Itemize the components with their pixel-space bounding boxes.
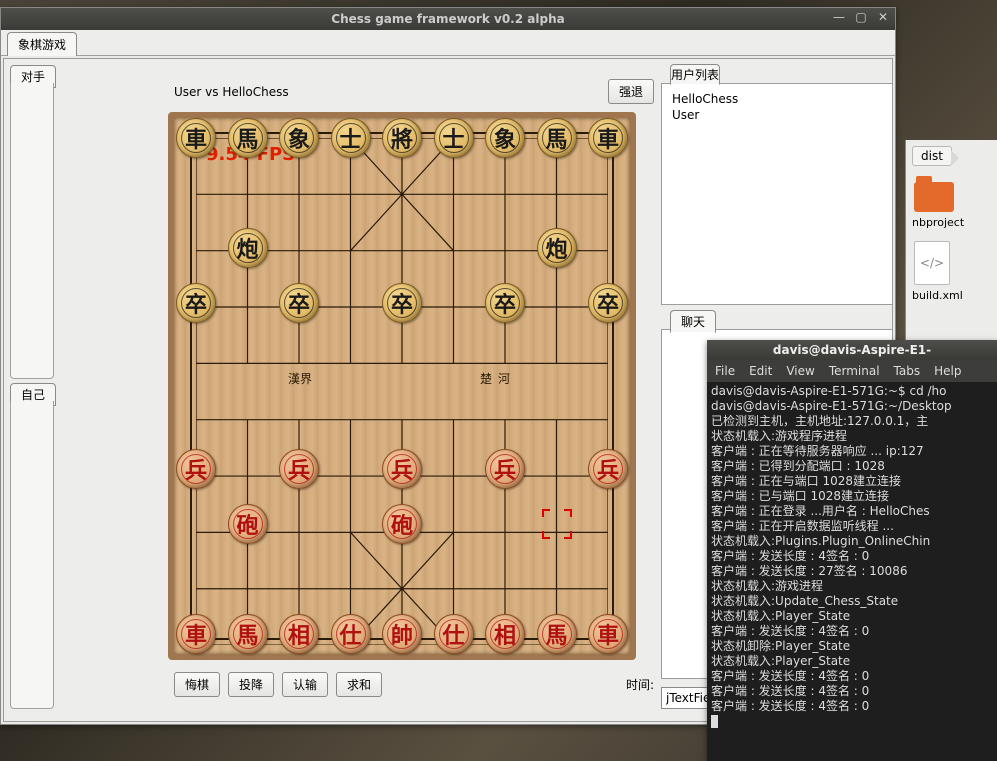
- user-list-item[interactable]: User: [672, 107, 882, 123]
- piece-black[interactable]: 車: [588, 118, 628, 158]
- piece-red[interactable]: 仕: [434, 614, 474, 654]
- piece-black[interactable]: 士: [434, 118, 474, 158]
- tab-user-list[interactable]: 用户列表: [670, 64, 720, 85]
- piece-red[interactable]: 馬: [228, 614, 268, 654]
- draw-button[interactable]: 求和: [336, 672, 382, 697]
- user-list-panel: 用户列表 HelloChessUser: [661, 83, 893, 305]
- board-buttons: 悔棋 投降 认输 求和 时间:: [174, 672, 654, 697]
- piece-black[interactable]: 象: [279, 118, 319, 158]
- terminal-output[interactable]: davis@davis-Aspire-E1-571G:~$ cd /ho dav…: [707, 382, 997, 731]
- piece-red[interactable]: 兵: [588, 449, 628, 489]
- tab-chat[interactable]: 聊天: [670, 310, 716, 333]
- breadcrumb-dist[interactable]: dist: [912, 146, 952, 166]
- piece-red[interactable]: 相: [279, 614, 319, 654]
- piece-black[interactable]: 馬: [537, 118, 577, 158]
- piece-black[interactable]: 將: [382, 118, 422, 158]
- piece-red[interactable]: 馬: [537, 614, 577, 654]
- piece-red[interactable]: 車: [176, 614, 216, 654]
- piece-black[interactable]: 象: [485, 118, 525, 158]
- window-title: Chess game framework v0.2 alpha: [331, 12, 564, 26]
- force-quit-button[interactable]: 强退: [608, 79, 654, 104]
- terminal-menu-item[interactable]: Edit: [749, 364, 772, 378]
- match-vs-label: User vs HelloChess: [174, 85, 289, 99]
- piece-red[interactable]: 帥: [382, 614, 422, 654]
- piece-red[interactable]: 相: [485, 614, 525, 654]
- terminal-menu-item[interactable]: Help: [934, 364, 961, 378]
- user-list-item[interactable]: HelloChess: [672, 91, 882, 107]
- terminal-menu-item[interactable]: Terminal: [829, 364, 880, 378]
- piece-black[interactable]: 車: [176, 118, 216, 158]
- piece-black[interactable]: 卒: [588, 283, 628, 323]
- file-icon[interactable]: </>: [914, 241, 989, 285]
- tab-chess-game[interactable]: 象棋游戏: [7, 32, 77, 56]
- piece-red[interactable]: 兵: [485, 449, 525, 489]
- admit-button[interactable]: 认输: [282, 672, 328, 697]
- minimize-icon[interactable]: —: [831, 10, 847, 26]
- piece-red[interactable]: 砲: [382, 504, 422, 544]
- terminal-menu-item[interactable]: Tabs: [894, 364, 921, 378]
- xiangqi-board[interactable]: 9.54 FPS 漢界 楚河 車馬象士將士象馬車炮炮卒卒卒卒卒兵兵兵兵兵砲砲車馬…: [168, 112, 636, 660]
- terminal-menu-item[interactable]: File: [715, 364, 735, 378]
- close-icon[interactable]: ✕: [875, 10, 891, 26]
- top-tabrow: 象棋游戏: [1, 30, 895, 56]
- piece-red[interactable]: 兵: [382, 449, 422, 489]
- selection-marker: [542, 509, 572, 539]
- maximize-icon[interactable]: ▢: [853, 10, 869, 26]
- undo-button[interactable]: 悔棋: [174, 672, 220, 697]
- center-column: User vs HelloChess 强退 9.54 FPS 漢界 楚河 車馬象…: [174, 79, 654, 697]
- file-manager-fragment: dist nbproject </> build.xml: [905, 140, 997, 340]
- piece-black[interactable]: 士: [331, 118, 371, 158]
- terminal-title[interactable]: davis@davis-Aspire-E1-: [707, 340, 997, 360]
- piece-red[interactable]: 兵: [176, 449, 216, 489]
- surrender-button[interactable]: 投降: [228, 672, 274, 697]
- piece-red[interactable]: 砲: [228, 504, 268, 544]
- terminal-menubar: File Edit View Terminal Tabs Help: [707, 360, 997, 382]
- piece-red[interactable]: 車: [588, 614, 628, 654]
- terminal-window: davis@davis-Aspire-E1- File Edit View Termi…: [707, 340, 997, 761]
- board-grid: [196, 138, 608, 634]
- piece-black[interactable]: 馬: [228, 118, 268, 158]
- piece-red[interactable]: 仕: [331, 614, 371, 654]
- self-panel: [10, 401, 54, 709]
- terminal-menu-item[interactable]: View: [786, 364, 814, 378]
- piece-red[interactable]: 兵: [279, 449, 319, 489]
- file-label: build.xml: [906, 287, 997, 304]
- opponent-panel: [10, 83, 54, 379]
- folder-icon[interactable]: [914, 182, 989, 212]
- folder-label: nbproject: [906, 214, 997, 231]
- titlebar[interactable]: Chess game framework v0.2 alpha — ▢ ✕: [1, 8, 895, 30]
- piece-black[interactable]: 炮: [537, 228, 577, 268]
- piece-black[interactable]: 炮: [228, 228, 268, 268]
- time-label: 时间:: [626, 676, 654, 693]
